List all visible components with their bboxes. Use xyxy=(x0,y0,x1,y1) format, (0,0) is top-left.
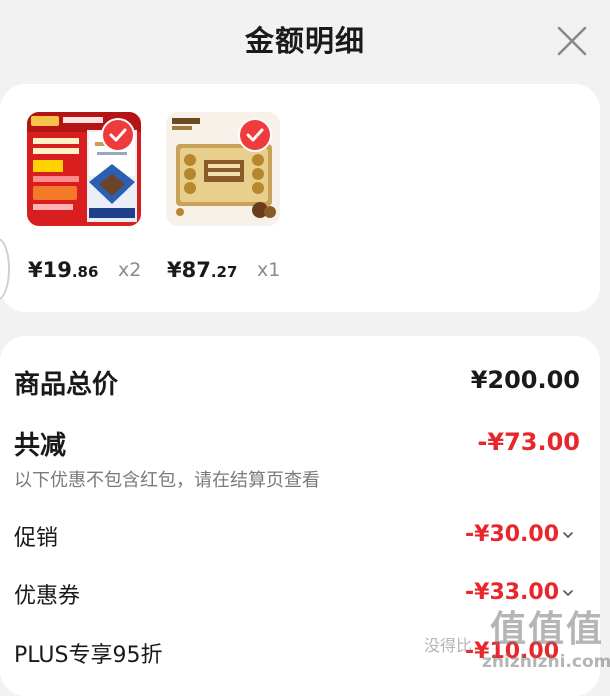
price-integer: ¥19 xyxy=(28,258,72,282)
close-button[interactable] xyxy=(555,24,589,58)
page-title: 金额明细 xyxy=(244,24,365,58)
watermark-line2: zhizhizhi.com xyxy=(482,652,610,672)
selected-check-1[interactable] xyxy=(103,120,133,150)
promo-label: 促销 xyxy=(14,526,59,551)
product-qty-2: x1 xyxy=(257,259,281,281)
product-price-2: ¥87.27 xyxy=(167,258,237,282)
close-icon[interactable] xyxy=(555,24,589,58)
total-value: ¥200.00 xyxy=(470,366,580,394)
chevron-down-icon[interactable] xyxy=(563,532,573,538)
discount-note: 以下优惠不包含红包，请在结算页查看 xyxy=(14,470,320,491)
watermark-logo: 值值值 没得比 zhizhizhi.com xyxy=(422,598,610,686)
plus-discount-label: PLUS专享95折 xyxy=(14,643,163,668)
price-decimal: .86 xyxy=(71,263,99,281)
selected-check-2[interactable] xyxy=(240,120,270,150)
watermark-text: 值值值 xyxy=(489,609,604,650)
price-integer: ¥87 xyxy=(167,258,211,282)
promo-value[interactable]: -¥30.00 xyxy=(465,522,559,547)
check-icon xyxy=(109,128,127,142)
coupon-label: 优惠券 xyxy=(14,584,81,609)
chevron-down-icon[interactable] xyxy=(563,590,573,596)
watermark-line1: 没得比 xyxy=(424,636,473,655)
discount-value: -¥73.00 xyxy=(477,428,580,456)
check-icon xyxy=(246,128,264,142)
product-qty-1: x2 xyxy=(118,259,142,281)
price-decimal: .27 xyxy=(210,263,238,281)
total-label: 商品总价 xyxy=(14,370,119,400)
modal-header: 金额明细 xyxy=(0,0,610,80)
product-price-1: ¥19.86 xyxy=(28,258,98,282)
discount-label: 共减 xyxy=(14,431,67,461)
